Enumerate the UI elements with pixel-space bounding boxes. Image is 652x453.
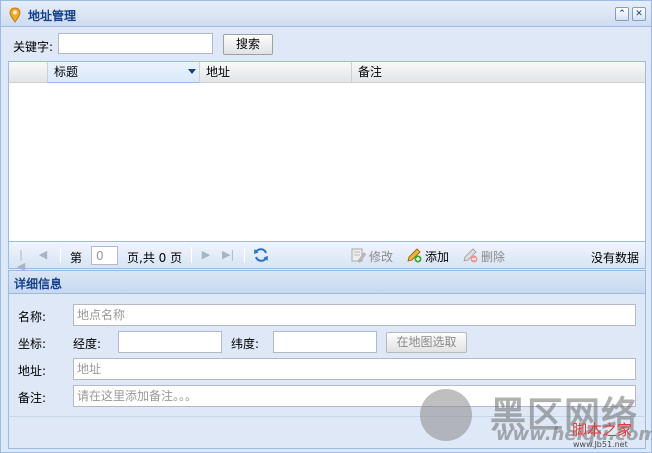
toolbar-separator [191,247,192,263]
column-header-label: 标题 [54,65,79,79]
watermark-brand: 脚本之家 [572,421,633,439]
remark-label: 备注: [18,391,47,405]
collapse-icon[interactable]: ⌃ [615,7,629,21]
column-header-label: 备注 [358,65,383,79]
add-button-label: 添加 [425,250,450,264]
detail-panel-title: 详细信息 [14,277,63,291]
grid-header: 标题 地址 备注 [9,62,645,83]
name-label: 名称: [18,310,47,324]
keyword-input[interactable] [58,33,213,54]
address-label: 地址: [18,364,47,378]
row-number-header [9,62,47,83]
edit-button-label: 修改 [369,250,394,264]
paging-toolbar: |◀ ◀ 第 页,共 0 页 ▶ ▶| 修改 [8,242,646,273]
address-field[interactable] [73,358,636,380]
paging-status: 没有数据 [590,251,639,265]
watermark-logo-icon [420,389,472,441]
edit-icon [351,248,366,263]
last-page-icon[interactable]: ▶| [222,249,234,261]
longitude-label: 经度: [73,337,102,351]
page-number-input[interactable] [91,246,118,265]
prev-page-icon[interactable]: ◀ [37,249,49,261]
latitude-label: 纬度: [231,337,260,351]
next-page-icon[interactable]: ▶ [200,249,212,261]
toolbar-separator [244,247,245,263]
window-title: 地址管理 [28,9,77,23]
search-toolbar: 关键字: 搜索 [5,28,647,60]
window-titlebar[interactable]: 地址管理 ⌃ ✕ [1,1,651,27]
delete-button-label: 删除 [481,250,506,264]
add-pencil-icon [407,248,422,263]
column-menu-arrow-icon[interactable] [188,69,196,74]
column-header-address[interactable]: 地址 [199,62,351,83]
column-header-label: 地址 [206,65,231,79]
page-prefix: 第 [70,251,83,265]
close-icon[interactable]: ✕ [632,7,646,21]
refresh-icon[interactable] [253,247,269,263]
page-total-text: 页,共 0 页 [127,251,183,265]
coordinate-label: 坐标: [18,337,47,351]
pick-on-map-button[interactable]: 在地图选取 [386,332,467,353]
longitude-field[interactable] [118,331,222,353]
location-pin-icon [9,7,21,23]
latitude-field[interactable] [273,331,377,353]
address-grid: 标题 地址 备注 [8,61,646,242]
column-header-remark[interactable]: 备注 [351,62,645,83]
name-field[interactable] [73,304,636,326]
detail-panel-header[interactable]: 详细信息 [8,270,646,294]
watermark-site: www.Jb51.net [573,440,628,449]
first-page-icon[interactable]: |◀ [15,249,27,273]
column-header-title[interactable]: 标题 [47,62,199,83]
delete-pencil-icon [463,248,478,263]
search-button[interactable]: 搜索 [223,34,273,55]
keyword-label: 关键字: [13,40,54,54]
toolbar-separator [60,247,61,263]
